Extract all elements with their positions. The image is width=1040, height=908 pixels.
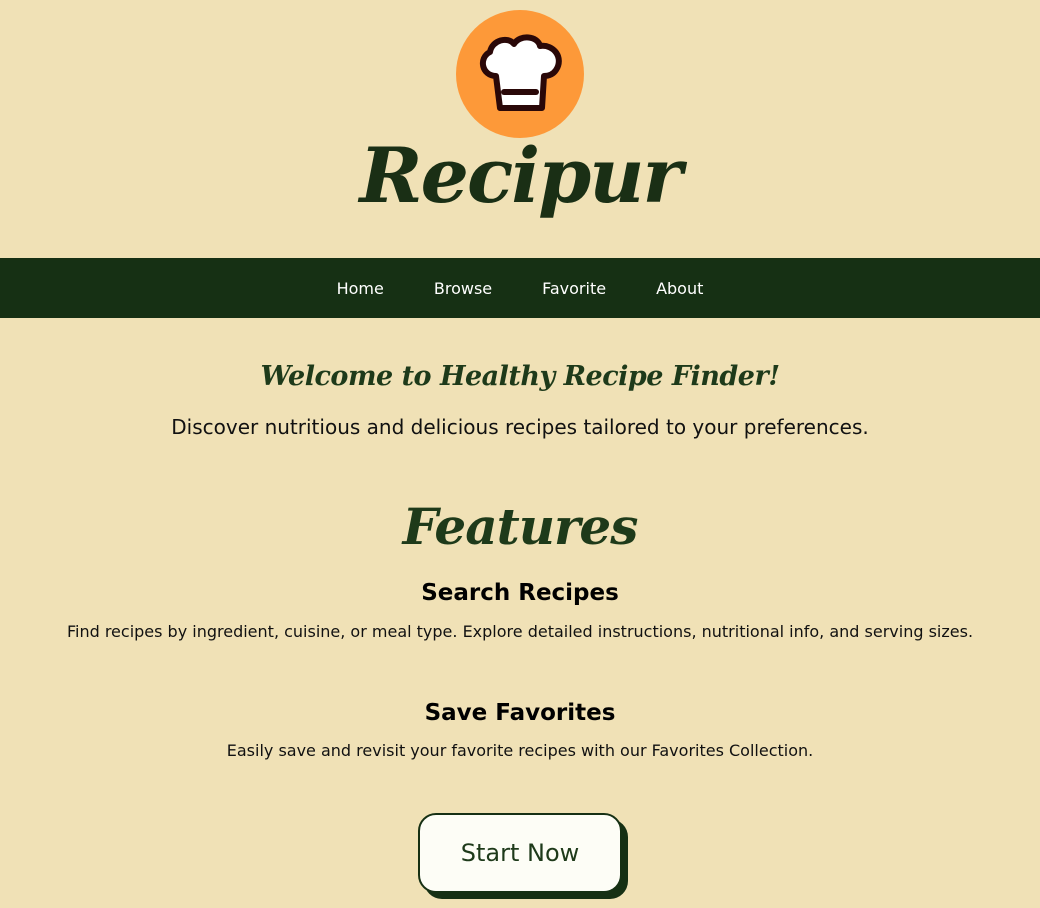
feature-heading-favorites: Save Favorites [424,700,616,726]
site-header: Recipur [0,0,1040,258]
features-title: Features [402,497,639,556]
nav-item-browse[interactable]: Browse [434,279,492,298]
brand-name: Recipur [359,131,682,220]
logo[interactable] [456,10,584,138]
feature-text-favorites: Easily save and revisit your favorite re… [226,741,814,760]
start-now-button[interactable]: Start Now [418,813,622,893]
nav-item-favorite[interactable]: Favorite [542,279,606,298]
feature-heading-search: Search Recipes [421,580,619,606]
main-nav: Home Browse Favorite About [0,258,1040,318]
chef-hat-icon [479,34,562,111]
nav-item-home[interactable]: Home [337,279,384,298]
nav-item-about[interactable]: About [656,279,703,298]
hero-title: Welcome to Healthy Recipe Finder! [260,361,780,392]
feature-text-search: Find recipes by ingredient, cuisine, or … [66,622,974,641]
hero-subtitle: Discover nutritious and delicious recipe… [171,415,869,439]
